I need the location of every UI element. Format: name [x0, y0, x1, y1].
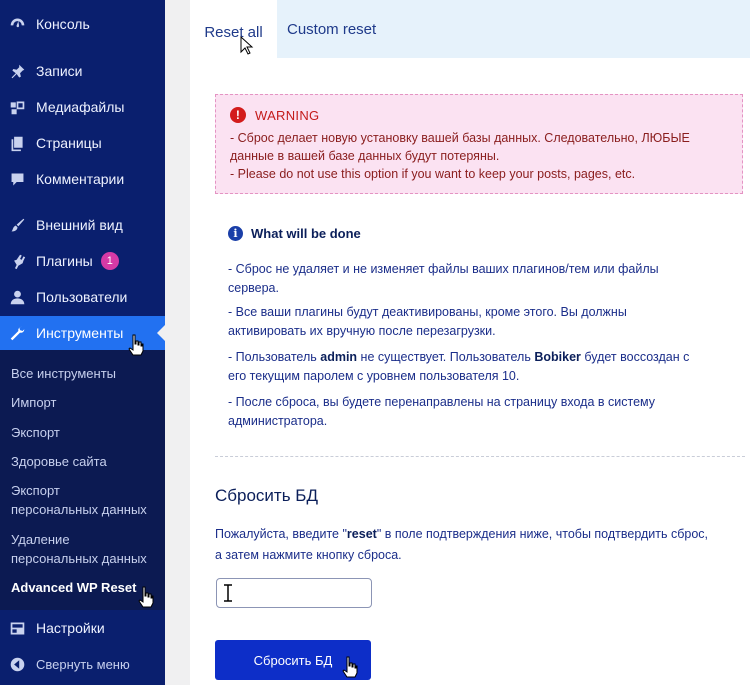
sidebar-item-label: Инструменты — [36, 325, 124, 341]
submenu-export[interactable]: Экспорт — [11, 423, 60, 442]
reset-db-title: Сбросить БД — [215, 486, 318, 505]
info-text: активировать их вручную после перезагруз… — [228, 324, 496, 338]
sidebar-item-label: Свернуть меню — [36, 656, 130, 672]
sidebar-item-label: Записи — [36, 63, 83, 79]
warning-box: ! WARNING - Сброс делает новую установку… — [215, 94, 743, 194]
user-icon — [8, 288, 26, 306]
submenu-erase-personal-data[interactable]: Удаление персональных данных — [11, 530, 147, 568]
sidebar-item-tools[interactable]: Инструменты — [0, 316, 165, 350]
sidebar-item-comments[interactable]: Комментарии — [0, 162, 165, 196]
info-text: - Сброс не удаляет и не изменяет файлы в… — [228, 262, 659, 276]
reset-keyword: reset — [346, 527, 377, 541]
active-indicator — [157, 325, 165, 341]
info-item: - После сброса, вы будете перенаправлены… — [228, 393, 728, 431]
warning-title-text: WARNING — [255, 107, 320, 123]
sidebar-item-label: Внешний вид — [36, 217, 123, 233]
admin-sidebar: Консоль Записи Медиафайлы Страницы Комме… — [0, 0, 165, 685]
tools-submenu: Все инструменты Импорт Экспорт Здоровье … — [0, 350, 165, 610]
submenu-label: персональных данных — [11, 551, 147, 566]
info-text: будет воссоздан с — [584, 350, 690, 364]
sidebar-item-users[interactable]: Пользователи — [0, 280, 165, 314]
brush-icon — [8, 216, 26, 234]
submenu-all-tools[interactable]: Все инструменты — [11, 364, 116, 383]
comment-icon — [8, 170, 26, 188]
submenu-label: персональных данных — [11, 502, 147, 517]
submenu-advanced-wp-reset[interactable]: Advanced WP Reset — [11, 578, 136, 597]
warning-line: - Сброс делает новую установку вашей баз… — [230, 131, 690, 145]
info-title: i What will be done — [228, 226, 361, 241]
sidebar-item-label: Плагины — [36, 253, 93, 269]
pages-icon — [8, 134, 26, 152]
desc-text: Пожалуйста, введите " — [215, 527, 347, 541]
info-text: сервера. — [228, 281, 279, 295]
current-username: Bobiker — [534, 350, 581, 364]
admin-username: admin — [320, 350, 358, 364]
sidebar-item-label: Комментарии — [36, 171, 125, 187]
wrench-icon — [8, 324, 26, 342]
sidebar-item-label: Консоль — [36, 16, 90, 32]
submenu-label: Экспорт — [11, 483, 60, 498]
reset-panel: ! WARNING - Сброс делает новую установку… — [190, 58, 750, 685]
info-item: - Все ваши плагины будут деактивированы,… — [228, 303, 728, 341]
info-text: не существует. Пользователь — [360, 350, 531, 364]
sidebar-item-settings[interactable]: Настройки — [0, 611, 165, 645]
warning-title: ! WARNING — [230, 107, 319, 123]
sidebar-item-pages[interactable]: Страницы — [0, 126, 165, 160]
info-text: его текущим паролем с уровнем пользовате… — [228, 369, 520, 383]
reset-confirm-input[interactable] — [216, 578, 372, 608]
warning-text: - Сброс делает новую установку вашей баз… — [230, 129, 730, 183]
info-item: - Пользователь admin не существует. Поль… — [228, 348, 728, 386]
info-text: - После сброса, вы будете перенаправлены… — [228, 395, 656, 409]
tab-bar: Reset all Custom reset — [190, 0, 750, 61]
main-content: Reset all Custom reset ! WARNING - Сброс… — [190, 0, 750, 685]
warning-line: данные в вашей базе данных будут потерян… — [230, 149, 500, 163]
info-text: - Все ваши плагины будут деактивированы,… — [228, 305, 627, 319]
sidebar-item-label: Пользователи — [36, 289, 128, 305]
info-title-text: What will be done — [251, 226, 361, 241]
submenu-import[interactable]: Импорт — [11, 393, 56, 412]
reset-description: Пожалуйста, введите "reset" в поле подтв… — [215, 524, 750, 566]
sidebar-item-posts[interactable]: Записи — [0, 54, 165, 88]
info-item: - Сброс не удаляет и не изменяет файлы в… — [228, 260, 728, 298]
reset-db-button[interactable]: Сбросить БД — [215, 640, 371, 680]
collapse-icon — [8, 655, 26, 673]
sidebar-item-media[interactable]: Медиафайлы — [0, 90, 165, 124]
sidebar-item-console[interactable]: Консоль — [0, 7, 165, 41]
dashboard-icon — [8, 15, 26, 33]
info-icon: i — [228, 226, 243, 241]
info-text: администратора. — [228, 414, 328, 428]
sidebar-item-label: Страницы — [36, 135, 102, 151]
sidebar-item-label: Настройки — [36, 620, 105, 636]
desc-text: а затем нажмите кнопку сброса. — [215, 548, 402, 562]
sidebar-item-appearance[interactable]: Внешний вид — [0, 208, 165, 242]
desc-text: " в поле подтверждения ниже, чтобы подтв… — [376, 527, 709, 541]
info-text: - Пользователь — [228, 350, 317, 364]
plugin-update-badge: 1 — [100, 252, 119, 270]
submenu-export-personal-data[interactable]: Экспорт персональных данных — [11, 481, 147, 519]
collapse-menu-button[interactable]: Свернуть меню — [0, 647, 165, 681]
plugin-icon — [8, 252, 26, 270]
sidebar-item-label: Медиафайлы — [36, 99, 125, 115]
media-icon — [8, 98, 26, 116]
tab-custom-reset[interactable]: Custom reset — [287, 0, 376, 58]
section-divider — [215, 456, 745, 457]
sidebar-item-plugins[interactable]: Плагины 1 — [0, 244, 165, 278]
pin-icon — [8, 62, 26, 80]
submenu-site-health[interactable]: Здоровье сайта — [11, 452, 107, 471]
settings-icon — [8, 619, 26, 637]
warning-icon: ! — [230, 107, 246, 123]
warning-line: - Please do not use this option if you w… — [230, 167, 636, 181]
submenu-label: Удаление — [11, 532, 70, 547]
tab-reset-all[interactable]: Reset all — [190, 0, 277, 61]
